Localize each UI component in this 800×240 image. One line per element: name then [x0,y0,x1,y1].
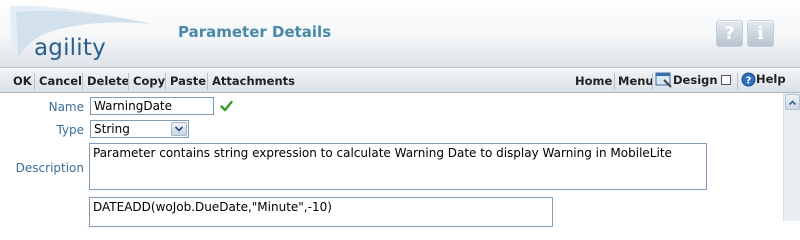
info-button[interactable]: i [747,20,774,47]
paste-button[interactable]: Paste [170,74,206,88]
cancel-button[interactable]: Cancel [39,74,82,88]
name-label: Name [48,100,84,114]
page-header: agility Parameter Details ? i [0,0,800,68]
svg-text:?: ? [746,76,752,87]
toolbar-divider [652,73,653,90]
logo-text: agility [34,35,106,61]
help-label: Help [756,72,786,86]
expression-textarea[interactable]: DATEADD(woJob.DueDate,"Minute",-10) [89,197,553,227]
type-label: Type [56,123,84,137]
chevron-down-icon[interactable] [171,122,187,136]
toolbar-divider [614,73,615,90]
vertical-scrollbar[interactable] [783,93,800,221]
scroll-up-button[interactable] [785,94,800,110]
attachments-button[interactable]: Attachments [212,74,295,88]
toolbar-divider [34,73,35,90]
toolbar-divider [128,73,129,90]
description-label: Description [15,161,84,175]
home-button[interactable]: Home [575,74,612,88]
toolbar-divider [82,73,83,90]
toolbar-divider [737,73,738,90]
help-button[interactable]: ? Help [741,72,786,87]
design-checkbox[interactable] [720,74,731,85]
help-circle-icon: ? [741,72,756,87]
checkmark-icon [220,100,233,112]
design-icon [655,72,672,88]
design-label: Design [673,73,718,87]
design-toggle[interactable]: Design [655,72,731,89]
toolbar: OK Cancel Delete Copy Paste Attachments … [0,68,800,93]
menu-button[interactable]: Menu [618,74,654,88]
toolbar-divider [165,73,166,90]
delete-button[interactable]: Delete [87,74,129,88]
page-title: Parameter Details [178,23,332,41]
parameter-form: Name WarningDate Type String Description… [0,93,783,227]
copy-button[interactable]: Copy [133,74,165,88]
name-field[interactable]: WarningDate [90,97,214,115]
description-textarea[interactable]: Parameter contains string expression to … [89,143,707,190]
type-selected-value: String [94,122,130,136]
type-select[interactable]: String [90,120,189,138]
help-question-button[interactable]: ? [716,20,743,47]
agility-logo: agility [6,2,156,66]
ok-button[interactable]: OK [13,74,32,88]
toolbar-divider [207,73,208,90]
chevron-up-icon [788,100,797,106]
